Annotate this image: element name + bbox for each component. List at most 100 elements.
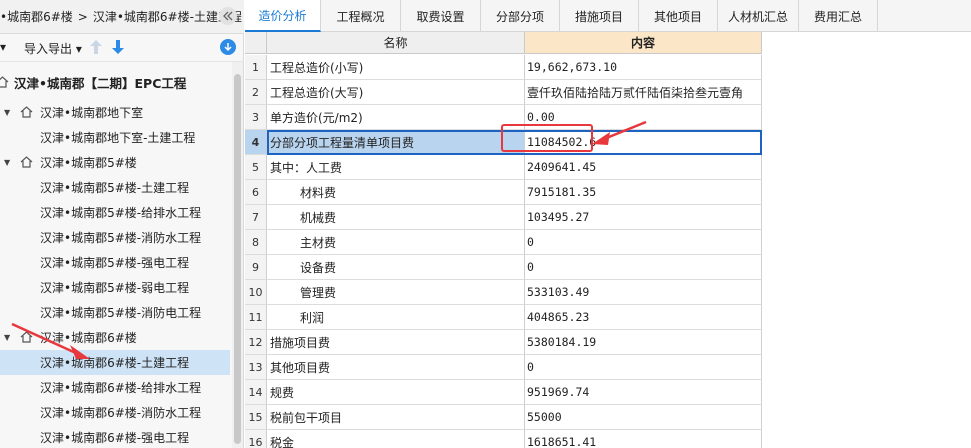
table-row[interactable]: 13 其他项目费 0 xyxy=(245,355,762,380)
table-row[interactable]: 15 税前包干项目 55000 xyxy=(245,405,762,430)
tree-leaf[interactable]: 汉津•城南郡5#楼-弱电工程 xyxy=(0,275,230,300)
row-value[interactable]: 55000 xyxy=(525,405,762,430)
row-value[interactable]: 951969.74 xyxy=(525,380,762,405)
row-name: 设备费 xyxy=(267,255,525,280)
row-value[interactable]: 0.00 xyxy=(525,105,762,130)
tree-leaf-label: 汉津•城南郡5#楼-消防水工程 xyxy=(40,231,202,245)
expand-caret-icon[interactable]: ▼ xyxy=(4,158,10,167)
cost-analysis-grid: 名称 内容 1 工程总造价(小写) 19,662,673.10 2 工程总造价(… xyxy=(245,32,763,448)
row-value[interactable]: 壹仟玖佰陆拾陆万贰仟陆佰柒拾叁元壹角 xyxy=(525,80,762,105)
row-number: 11 xyxy=(245,305,267,330)
expand-caret-icon[interactable]: ▼ xyxy=(4,333,10,342)
tab-other-items[interactable]: 其他项目 xyxy=(639,0,718,32)
row-value[interactable]: 0 xyxy=(525,355,762,380)
row-value[interactable]: 0 xyxy=(525,230,762,255)
table-row[interactable]: 10 管理费 533103.49 xyxy=(245,280,762,305)
row-name: 管理费 xyxy=(267,280,525,305)
tree-leaf[interactable]: 汉津•城南郡5#楼-给排水工程 xyxy=(0,200,230,225)
row-value[interactable]: 11084502.6 xyxy=(525,130,762,155)
row-value[interactable]: 1618651.41 xyxy=(525,430,762,448)
row-value[interactable]: 533103.49 xyxy=(525,280,762,305)
tree-leaf-label: 汉津•城南郡5#楼-强电工程 xyxy=(40,256,190,270)
breadcrumb-separator: > xyxy=(77,9,88,24)
table-row[interactable]: 8 主材费 0 xyxy=(245,230,762,255)
grid-header-name: 名称 xyxy=(267,32,525,54)
row-name: 分部分项工程量清单项目费 xyxy=(267,130,525,155)
table-row[interactable]: 14 规费 951969.74 xyxy=(245,380,762,405)
import-export-button[interactable]: 导入导出 ▾ xyxy=(24,40,82,57)
home-icon xyxy=(20,106,33,118)
tree-leaf[interactable]: 汉津•城南郡6#楼-消防水工程 xyxy=(0,400,230,425)
tree-leaf[interactable]: 汉津•城南郡6#楼-强电工程 xyxy=(0,425,230,448)
row-value[interactable]: 0 xyxy=(525,255,762,280)
double-chevron-left-icon[interactable] xyxy=(219,7,237,25)
row-value[interactable]: 5380184.19 xyxy=(525,330,762,355)
tab-fee-summary[interactable]: 费用汇总 xyxy=(799,0,878,32)
scrollbar-thumb[interactable] xyxy=(234,74,241,444)
circle-down-icon[interactable] xyxy=(220,39,236,55)
arrow-up-icon[interactable] xyxy=(90,40,102,54)
tree-root[interactable]: 汉津•城南郡【二期】EPC工程 xyxy=(0,70,230,95)
tree-node[interactable]: ▼ 汉津•城南郡5#楼 xyxy=(0,150,230,175)
tree-leaf-label: 汉津•城南郡5#楼-消防电工程 xyxy=(40,306,202,320)
tab-bar: 造价分析 工程概况 取费设置 分部分项 措施项目 其他项目 人材机汇总 费用汇总 xyxy=(245,0,971,32)
row-value[interactable]: 7915181.35 xyxy=(525,180,762,205)
table-row[interactable]: 7 机械费 103495.27 xyxy=(245,205,762,230)
grid-header-content: 内容 xyxy=(525,32,762,54)
tree-leaf[interactable]: 汉津•城南郡5#楼-强电工程 xyxy=(0,250,230,275)
table-row[interactable]: 5 其中：人工费 2409641.45 xyxy=(245,155,762,180)
tree-leaf-selected[interactable]: 汉津•城南郡6#楼-土建工程 xyxy=(0,350,230,375)
row-number: 9 xyxy=(245,255,267,280)
row-number: 3 xyxy=(245,105,267,130)
tree-root-label: 汉津•城南郡【二期】EPC工程 xyxy=(14,76,187,91)
row-value[interactable]: 103495.27 xyxy=(525,205,762,230)
table-row[interactable]: 2 工程总造价(大写) 壹仟玖佰陆拾陆万贰仟陆佰柒拾叁元壹角 xyxy=(245,80,762,105)
tree-leaf-label: 汉津•城南郡6#楼-消防水工程 xyxy=(40,406,202,420)
row-number: 12 xyxy=(245,330,267,355)
table-row[interactable]: 9 设备费 0 xyxy=(245,255,762,280)
table-row[interactable]: 11 利润 404865.23 xyxy=(245,305,762,330)
row-value[interactable]: 19,662,673.10 xyxy=(525,55,762,80)
table-row[interactable]: 12 措施项目费 5380184.19 xyxy=(245,330,762,355)
tab-labor-material-machine[interactable]: 人材机汇总 xyxy=(718,0,799,32)
tree-scrollbar[interactable] xyxy=(232,62,243,448)
toolbar-menu-dropdown[interactable]: ▾ xyxy=(0,40,6,54)
tree-leaf[interactable]: 汉津•城南郡5#楼-土建工程 xyxy=(0,175,230,200)
arrow-down-icon[interactable] xyxy=(112,40,124,54)
tree-leaf[interactable]: 汉津•城南郡5#楼-消防水工程 xyxy=(0,225,230,250)
home-icon xyxy=(20,156,33,168)
breadcrumb-item-parent[interactable]: •城南郡6#楼 xyxy=(0,8,73,25)
row-name: 措施项目费 xyxy=(267,330,525,355)
row-number: 1 xyxy=(245,55,267,80)
tree-node[interactable]: ▼ 汉津•城南郡地下室 xyxy=(0,100,230,125)
row-name: 其中：人工费 xyxy=(267,155,525,180)
tree-leaf-label: 汉津•城南郡6#楼-给排水工程 xyxy=(40,381,202,395)
tab-measures[interactable]: 措施项目 xyxy=(560,0,639,32)
tree-leaf[interactable]: 汉津•城南郡5#楼-消防电工程 xyxy=(0,300,230,325)
tab-fee-settings[interactable]: 取费设置 xyxy=(401,0,481,32)
table-row[interactable]: 16 税金 1618651.41 xyxy=(245,430,762,448)
tab-sub-items[interactable]: 分部分项 xyxy=(481,0,560,32)
tree-leaf[interactable]: 汉津•城南郡6#楼-给排水工程 xyxy=(0,375,230,400)
row-number: 2 xyxy=(245,80,267,105)
row-value[interactable]: 2409641.45 xyxy=(525,155,762,180)
tab-cost-analysis[interactable]: 造价分析 xyxy=(245,0,321,32)
tab-project-overview[interactable]: 工程概况 xyxy=(321,0,401,32)
row-name: 税金 xyxy=(267,430,525,448)
tree-node[interactable]: ▼ 汉津•城南郡6#楼 xyxy=(0,325,230,350)
row-value[interactable]: 404865.23 xyxy=(525,305,762,330)
tree-leaf-label: 汉津•城南郡5#楼-给排水工程 xyxy=(40,206,202,220)
table-row[interactable]: 6 材料费 7915181.35 xyxy=(245,180,762,205)
tree-node-label: 汉津•城南郡地下室 xyxy=(40,106,144,120)
row-number: 6 xyxy=(245,180,267,205)
table-row-selected[interactable]: 4 分部分项工程量清单项目费 11084502.6 xyxy=(245,130,762,155)
table-row[interactable]: 1 工程总造价(小写) 19,662,673.10 xyxy=(245,55,762,80)
project-panel: •城南郡6#楼 > 汉津•城南郡6#楼-土建工程 ▾ 导入导出 ▾ 汉津•城南郡… xyxy=(0,0,244,448)
tree-leaf[interactable]: 汉津•城南郡地下室-土建工程 xyxy=(0,125,230,150)
row-number: 4 xyxy=(245,130,267,155)
row-name: 税前包干项目 xyxy=(267,405,525,430)
table-row[interactable]: 3 单方造价(元/m2) 0.00 xyxy=(245,105,762,130)
row-name: 利润 xyxy=(267,305,525,330)
row-number: 10 xyxy=(245,280,267,305)
expand-caret-icon[interactable]: ▼ xyxy=(4,108,10,117)
